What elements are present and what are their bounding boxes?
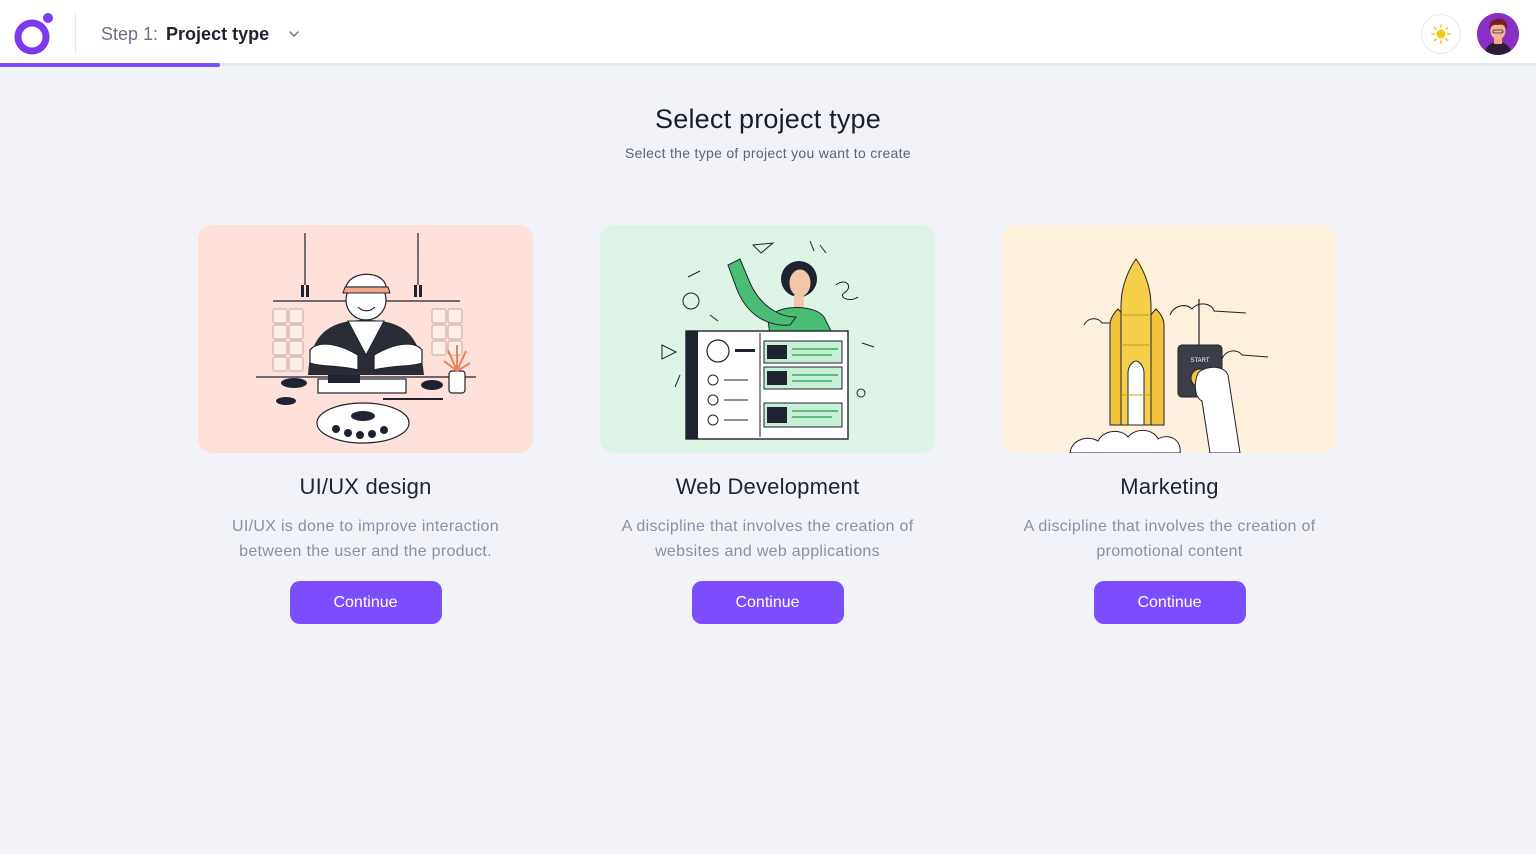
user-avatar[interactable]: [1477, 13, 1519, 55]
project-type-card-marketing: START Marketing A discipline that involv…: [1002, 225, 1337, 624]
theme-toggle-button[interactable]: [1421, 14, 1461, 54]
step-progress-bar: [0, 63, 220, 67]
header-divider: [75, 12, 76, 54]
marketing-illustration: START: [1002, 225, 1337, 453]
continue-button-marketing[interactable]: Continue: [1093, 581, 1246, 624]
uiux-illustration: [198, 225, 533, 453]
page-subtitle: Select the type of project you want to c…: [625, 145, 911, 161]
card-title: Marketing: [1120, 474, 1219, 499]
step-selector[interactable]: Step 1: Project type: [101, 22, 301, 46]
app-logo[interactable]: [12, 12, 56, 56]
card-description: UI/UX is done to improve interaction bet…: [232, 518, 499, 560]
chevron-down-icon: [289, 31, 299, 37]
step-prefix: Step 1:: [101, 23, 159, 44]
step-title: Project type: [166, 23, 270, 44]
top-bar: Step 1: Project type: [0, 0, 1536, 66]
continue-button-uiux[interactable]: Continue: [289, 581, 442, 624]
web-development-illustration: [600, 225, 935, 453]
sun-icon: [1431, 24, 1451, 44]
card-title: UI/UX design: [299, 474, 432, 499]
continue-button-web-development[interactable]: Continue: [691, 581, 844, 624]
card-title: Web Development: [675, 474, 860, 499]
card-description: A discipline that involves the creation …: [1023, 518, 1316, 560]
page-title: Select project type: [655, 104, 881, 134]
page-heading: Select project type Select the type of p…: [0, 104, 1536, 161]
remote-start-label: START: [1190, 358, 1209, 364]
card-description: A discipline that involves the creation …: [621, 518, 914, 560]
project-type-card-uiux: UI/UX design UI/UX is done to improve in…: [198, 225, 533, 624]
project-type-card-web-development: Web Development A discipline that involv…: [600, 225, 935, 624]
avatar-image: [1477, 13, 1519, 55]
